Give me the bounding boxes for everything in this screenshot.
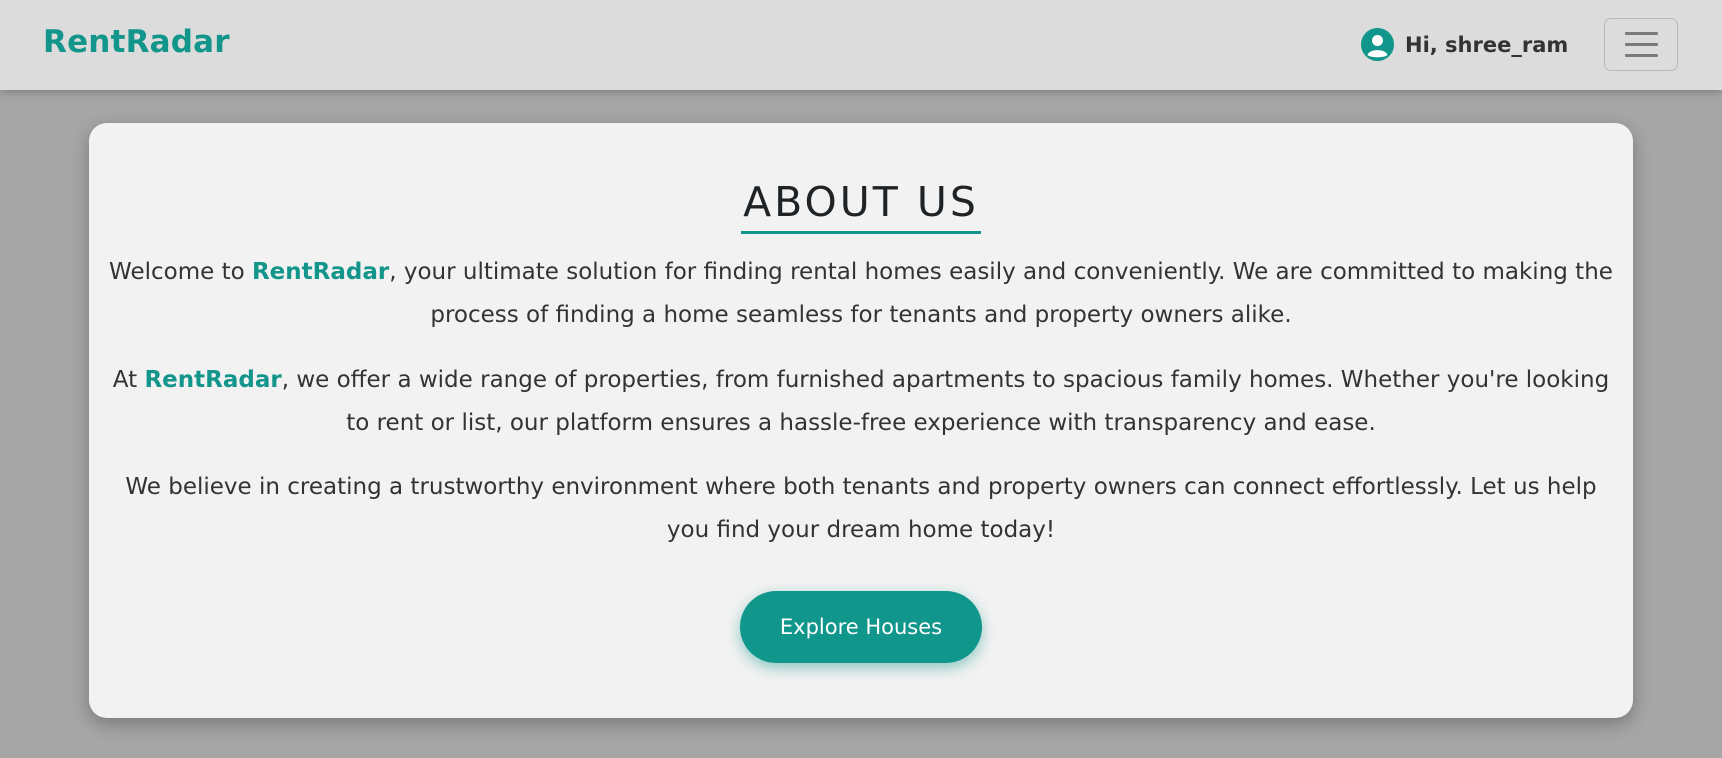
explore-houses-button[interactable]: Explore Houses <box>740 591 982 663</box>
user-menu[interactable]: Hi, shree_ram <box>1361 28 1568 61</box>
brand-highlight: RentRadar <box>251 259 390 285</box>
about-paragraph-1: Welcome to RentRadar, your ultimate solu… <box>109 259 1613 328</box>
menu-toggle-button[interactable] <box>1604 18 1678 71</box>
brand-highlight: RentRadar <box>144 367 282 393</box>
user-circle-icon <box>1361 28 1394 61</box>
user-greeting: Hi, shree_ram <box>1405 32 1569 57</box>
page-title: ABOUT US <box>741 179 981 234</box>
about-paragraph-2: At RentRadar, we offer a wide range of p… <box>112 367 1610 436</box>
navbar: RentRadar Hi, shree_ram <box>0 0 1722 90</box>
hamburger-menu-icon <box>1624 32 1658 35</box>
about-paragraph-3: We believe in creating a trustworthy env… <box>125 474 1597 543</box>
brand-logo[interactable]: RentRadar <box>43 24 230 60</box>
about-card: ABOUT US Welcome to RentRadar, your ulti… <box>89 123 1633 718</box>
